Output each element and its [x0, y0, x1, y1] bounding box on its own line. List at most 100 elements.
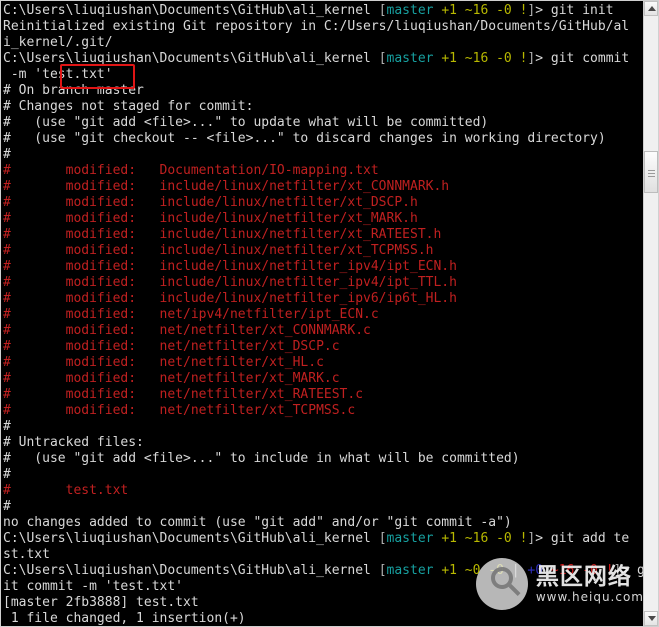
terminal-text: [ [378, 563, 387, 578]
terminal-line: # modified: include/linux/netfilter_ipv4… [3, 259, 643, 275]
terminal-text: # modified: net/netfilter/xt_RATEEST.c [3, 387, 364, 402]
terminal-text: > g [621, 563, 645, 578]
terminal-line: # modified: include/linux/netfilter/xt_R… [3, 227, 643, 243]
terminal-text: -0 [582, 563, 598, 578]
terminal-line: # Untracked files: [3, 435, 643, 451]
terminal-text: # modified: net/netfilter/xt_HL.c [3, 355, 324, 370]
terminal-text: C:\Users\liuqiushan\Documents\GitHub\ali… [3, 51, 379, 66]
terminal-line: # modified: include/linux/netfilter/xt_C… [3, 179, 643, 195]
terminal-text: i_kernel/.git/ [3, 35, 113, 50]
terminal-line: st.txt [3, 547, 643, 563]
terminal-text: # (use "git add <file>..." to include in… [3, 451, 520, 466]
terminal-text: # modified: net/netfilter/xt_DSCP.c [3, 339, 340, 354]
terminal-text: # Changes not staged for commit: [3, 99, 254, 114]
terminal-text: ! [605, 563, 614, 578]
terminal-text: C:\Users\liuqiushan\Documents\GitHub\ali… [3, 531, 379, 546]
terminal-line: # [3, 147, 643, 163]
terminal-text: -m 'test.txt' [3, 67, 113, 82]
scroll-down-arrow-icon[interactable] [644, 611, 658, 626]
terminal-line: # modified: Documentation/IO-mapping.txt [3, 163, 643, 179]
terminal-line: # modified: net/netfilter/xt_CONNMARK.c [3, 323, 643, 339]
terminal-text: no changes added to commit (use "git add… [3, 515, 512, 530]
terminal-text: | [511, 563, 520, 578]
terminal-text: -0 [488, 563, 504, 578]
terminal-text: +1 [441, 3, 457, 18]
terminal-text: # test.txt [3, 483, 129, 498]
terminal-text: # modified: include/linux/netfilter/xt_T… [3, 243, 434, 258]
terminal-line: no changes added to commit (use "git add… [3, 515, 643, 531]
scrollbar-thumb[interactable] [644, 151, 658, 193]
terminal-line: -m 'test.txt' [3, 67, 643, 83]
terminal-text: -0 [496, 531, 512, 546]
terminal-text: # modified: include/linux/netfilter/xt_C… [3, 179, 450, 194]
terminal-line: # [3, 419, 643, 435]
terminal-text: > git commit [535, 51, 630, 66]
terminal-text: -0 [496, 3, 512, 18]
terminal-line: # On branch master [3, 83, 643, 99]
terminal-line: # modified: net/netfilter/xt_DSCP.c [3, 339, 643, 355]
terminal-text: > git add te [535, 531, 630, 546]
terminal-text: [ [378, 3, 387, 18]
terminal-line: Reinitialized existing Git repository in… [3, 19, 643, 35]
terminal-line: i_kernel/.git/ [3, 35, 643, 51]
terminal-line: # modified: include/linux/netfilter/xt_D… [3, 195, 643, 211]
terminal-text: # modified: Documentation/IO-mapping.txt [3, 163, 379, 178]
terminal-line: 1 file changed, 1 insertion(+) [3, 611, 643, 626]
terminal-line: # [3, 467, 643, 483]
terminal-text: # (use "git checkout -- <file>..." to di… [3, 131, 606, 146]
terminal-text: master [386, 563, 434, 578]
terminal-text: # modified: net/ipv4/netfilter/ipt_ECN.c [3, 307, 379, 322]
terminal-text: # modified: net/netfilter/xt_TCPMSS.c [3, 403, 356, 418]
terminal-text: +0 [527, 563, 544, 578]
terminal-line: it commit -m 'test.txt' [3, 579, 643, 595]
terminal-text: it commit -m 'test.txt' [3, 579, 184, 594]
terminal-text: ~16 [464, 531, 489, 546]
terminal-text: ~0 [464, 563, 481, 578]
scroll-up-arrow-icon[interactable] [644, 1, 658, 16]
vertical-scrollbar[interactable] [643, 1, 658, 626]
terminal-text: [master 2fb3888] test.txt [3, 595, 199, 610]
terminal-line: # [3, 499, 643, 515]
terminal-line: # (use "git checkout -- <file>..." to di… [3, 131, 643, 147]
terminal-line: # Changes not staged for commit: [3, 99, 643, 115]
terminal-line: C:\Users\liuqiushan\Documents\GitHub\ali… [3, 51, 643, 67]
terminal-line: # modified: net/netfilter/xt_RATEEST.c [3, 387, 643, 403]
terminal-text: C:\Users\liuqiushan\Documents\GitHub\ali… [3, 3, 379, 18]
terminal-text: # [3, 467, 11, 482]
terminal-line: # test.txt [3, 483, 643, 499]
terminal-text: # modified: include/linux/netfilter_ipv4… [3, 275, 457, 290]
terminal-line: # modified: include/linux/netfilter/xt_M… [3, 211, 643, 227]
terminal-text: st.txt [3, 547, 50, 562]
terminal-text: # [3, 147, 11, 162]
terminal-text: # modified: include/linux/netfilter/xt_D… [3, 195, 418, 210]
terminal-text: # modified: include/linux/netfilter_ipv6… [3, 291, 457, 306]
terminal-text: ~16 [550, 563, 575, 578]
terminal-window[interactable]: C:\Users\liuqiushan\Documents\GitHub\ali… [0, 0, 659, 627]
terminal-text: -0 [496, 51, 512, 66]
terminal-line: # (use "git add <file>..." to include in… [3, 451, 643, 467]
terminal-text: +1 [441, 563, 457, 578]
terminal-text: master [386, 51, 434, 66]
terminal-text: # On branch master [3, 83, 144, 98]
terminal-text: ~16 [464, 3, 489, 18]
terminal-text: # (use "git add <file>..." to update wha… [3, 115, 489, 130]
terminal-text: # Untracked files: [3, 435, 144, 450]
terminal-line: C:\Users\liuqiushan\Documents\GitHub\ali… [3, 563, 645, 579]
terminal-text: ~16 [464, 51, 489, 66]
terminal-line: [master 2fb3888] test.txt [3, 595, 643, 611]
terminal-output[interactable]: C:\Users\liuqiushan\Documents\GitHub\ali… [1, 1, 645, 626]
terminal-line: # modified: net/netfilter/xt_TCPMSS.c [3, 403, 643, 419]
terminal-text: [ [378, 531, 387, 546]
terminal-text: 1 file changed, 1 insertion(+) [3, 611, 246, 626]
terminal-text: # [3, 419, 11, 434]
terminal-line: C:\Users\liuqiushan\Documents\GitHub\ali… [3, 531, 643, 547]
